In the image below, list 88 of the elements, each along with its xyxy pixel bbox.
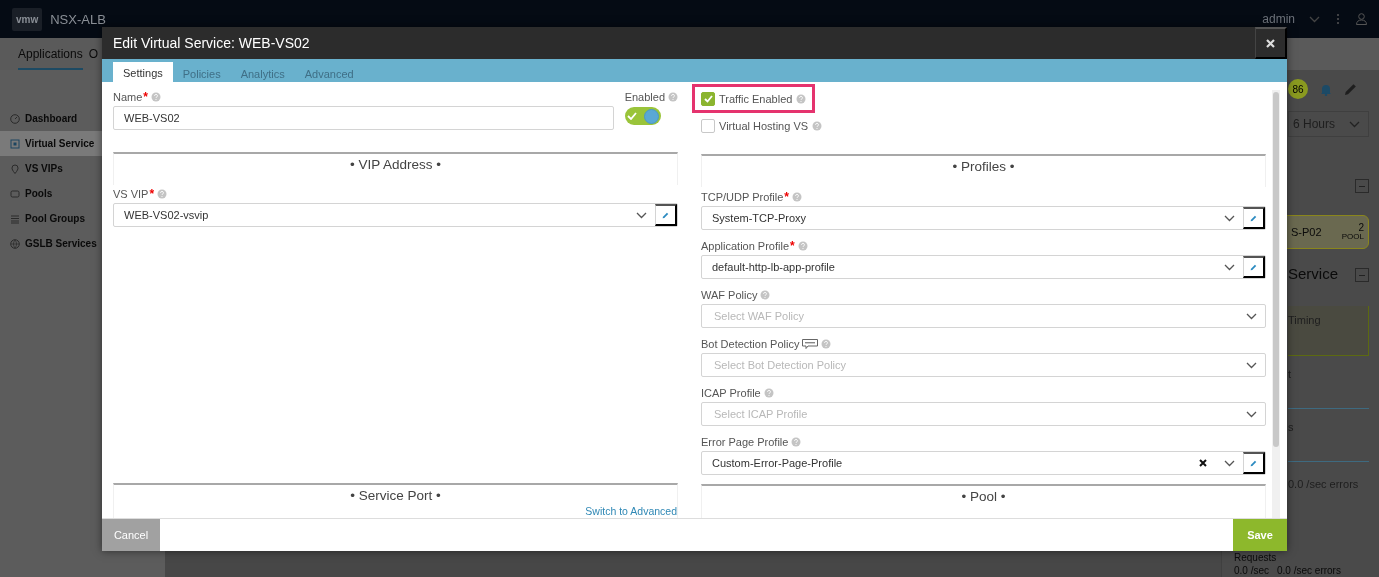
cancel-button[interactable]: Cancel bbox=[102, 519, 160, 551]
list-icon bbox=[10, 213, 20, 224]
field-label: Application Profile bbox=[701, 240, 790, 252]
close-icon bbox=[1266, 38, 1275, 48]
checkbox-label: Virtual Hosting VS bbox=[719, 119, 809, 132]
save-button[interactable]: Save bbox=[1233, 519, 1287, 551]
field-label: VS VIP bbox=[113, 188, 149, 200]
select-field[interactable]: Select Bot Detection Policy bbox=[701, 353, 1266, 377]
help-icon[interactable] bbox=[791, 437, 802, 447]
check-icon bbox=[626, 112, 637, 120]
help-icon[interactable] bbox=[151, 92, 161, 102]
sidebar-item[interactable]: VS VIPs bbox=[0, 156, 165, 181]
select-field[interactable]: Select ICAP Profile bbox=[701, 402, 1266, 426]
section-title: • Profiles • bbox=[952, 159, 1015, 174]
field-label: ICAP Profile bbox=[701, 387, 761, 399]
health-score-badge: 86 bbox=[1288, 79, 1308, 99]
tab[interactable]: Analytics bbox=[230, 63, 295, 82]
select-field[interactable]: Custom-Error-Page-Profile bbox=[701, 451, 1266, 475]
bell-icon[interactable] bbox=[1320, 82, 1332, 96]
select-field[interactable]: default-http-lb-app-profile bbox=[701, 255, 1266, 279]
checkbox[interactable] bbox=[701, 91, 715, 106]
checkbox-label: Traffic Enabled bbox=[719, 92, 793, 105]
chevron-down-icon[interactable] bbox=[1246, 312, 1257, 320]
chevron-down-icon[interactable] bbox=[636, 211, 647, 219]
logo: vmw bbox=[12, 7, 43, 31]
help-icon[interactable] bbox=[760, 290, 771, 300]
pencil-icon[interactable] bbox=[1344, 82, 1357, 96]
help-icon[interactable] bbox=[797, 241, 808, 251]
tab[interactable]: Advanced bbox=[294, 63, 364, 82]
chevron-down-icon[interactable] bbox=[1224, 214, 1235, 222]
nav-tab[interactable]: O bbox=[88, 47, 99, 70]
select-field[interactable]: WEB-VS02-vsvip bbox=[113, 203, 678, 227]
user-menu[interactable]: admin bbox=[1262, 12, 1295, 26]
scrollbar[interactable] bbox=[1272, 90, 1280, 518]
required-mark: * bbox=[784, 190, 789, 204]
help-icon[interactable] bbox=[668, 92, 678, 102]
help-icon[interactable] bbox=[812, 120, 823, 131]
enabled-toggle[interactable] bbox=[624, 107, 661, 125]
chevron-down-icon[interactable] bbox=[1246, 361, 1257, 369]
help-icon[interactable] bbox=[796, 93, 807, 104]
help-icon[interactable] bbox=[763, 388, 774, 398]
gauge-icon bbox=[10, 113, 20, 124]
edit-button[interactable] bbox=[1243, 207, 1265, 229]
field-label: Enabled bbox=[624, 91, 665, 103]
pool-count: 2 bbox=[1358, 223, 1364, 233]
user-icon[interactable] bbox=[1356, 13, 1367, 25]
field-label: WAF Policy bbox=[701, 289, 758, 301]
required-mark: * bbox=[790, 239, 795, 253]
collapse-button[interactable] bbox=[1355, 179, 1369, 193]
section-title: • Pool • bbox=[961, 489, 1006, 504]
field-label: Name bbox=[113, 91, 143, 103]
requests-title: Requests bbox=[1234, 552, 1278, 563]
chevron-down-icon[interactable] bbox=[1224, 263, 1235, 271]
name-field[interactable]: WEB-VS02 bbox=[113, 106, 614, 130]
edit-button[interactable] bbox=[655, 204, 677, 226]
more-icon[interactable] bbox=[1336, 13, 1340, 25]
required-mark: * bbox=[149, 187, 155, 201]
product-name: NSX-ALB bbox=[50, 11, 106, 27]
section-title: • VIP Address • bbox=[350, 157, 441, 172]
globe-icon bbox=[10, 238, 20, 249]
pin-icon bbox=[10, 163, 20, 174]
select-field[interactable]: Select WAF Policy bbox=[701, 304, 1266, 328]
required-mark: * bbox=[143, 90, 148, 104]
select-field[interactable]: System-TCP-Proxy bbox=[701, 206, 1266, 230]
edit-button[interactable] bbox=[1243, 256, 1265, 278]
grid-icon bbox=[10, 138, 20, 149]
chevron-down-icon[interactable] bbox=[1224, 459, 1235, 467]
field-label: Bot Detection Policy bbox=[701, 338, 800, 350]
clear-icon[interactable] bbox=[1199, 459, 1207, 467]
section-heading: Service bbox=[1288, 265, 1339, 282]
help-icon[interactable] bbox=[821, 339, 832, 349]
tab[interactable]: Policies bbox=[172, 63, 231, 82]
help-icon[interactable] bbox=[157, 189, 168, 199]
switch-to-advanced-link[interactable]: Switch to Advanced bbox=[585, 505, 677, 517]
dialog-title: Edit Virtual Service: WEB-VS02 bbox=[113, 35, 311, 51]
checkbox[interactable] bbox=[701, 118, 715, 133]
pool-type: POOL bbox=[1341, 233, 1364, 241]
sidebar-item[interactable]: GSLB Services bbox=[0, 231, 165, 256]
check-icon bbox=[703, 94, 713, 103]
collapse-button[interactable] bbox=[1355, 268, 1369, 282]
tab[interactable]: Settings bbox=[113, 62, 173, 82]
pool-icon bbox=[10, 188, 20, 199]
chevron-down-icon[interactable] bbox=[1246, 410, 1257, 418]
edit-button[interactable] bbox=[1243, 452, 1265, 474]
field-label: TCP/UDP Profile bbox=[701, 191, 784, 203]
section-title: • Service Port • bbox=[350, 488, 441, 503]
field-label: Error Page Profile bbox=[701, 436, 789, 448]
help-icon[interactable] bbox=[792, 192, 802, 202]
